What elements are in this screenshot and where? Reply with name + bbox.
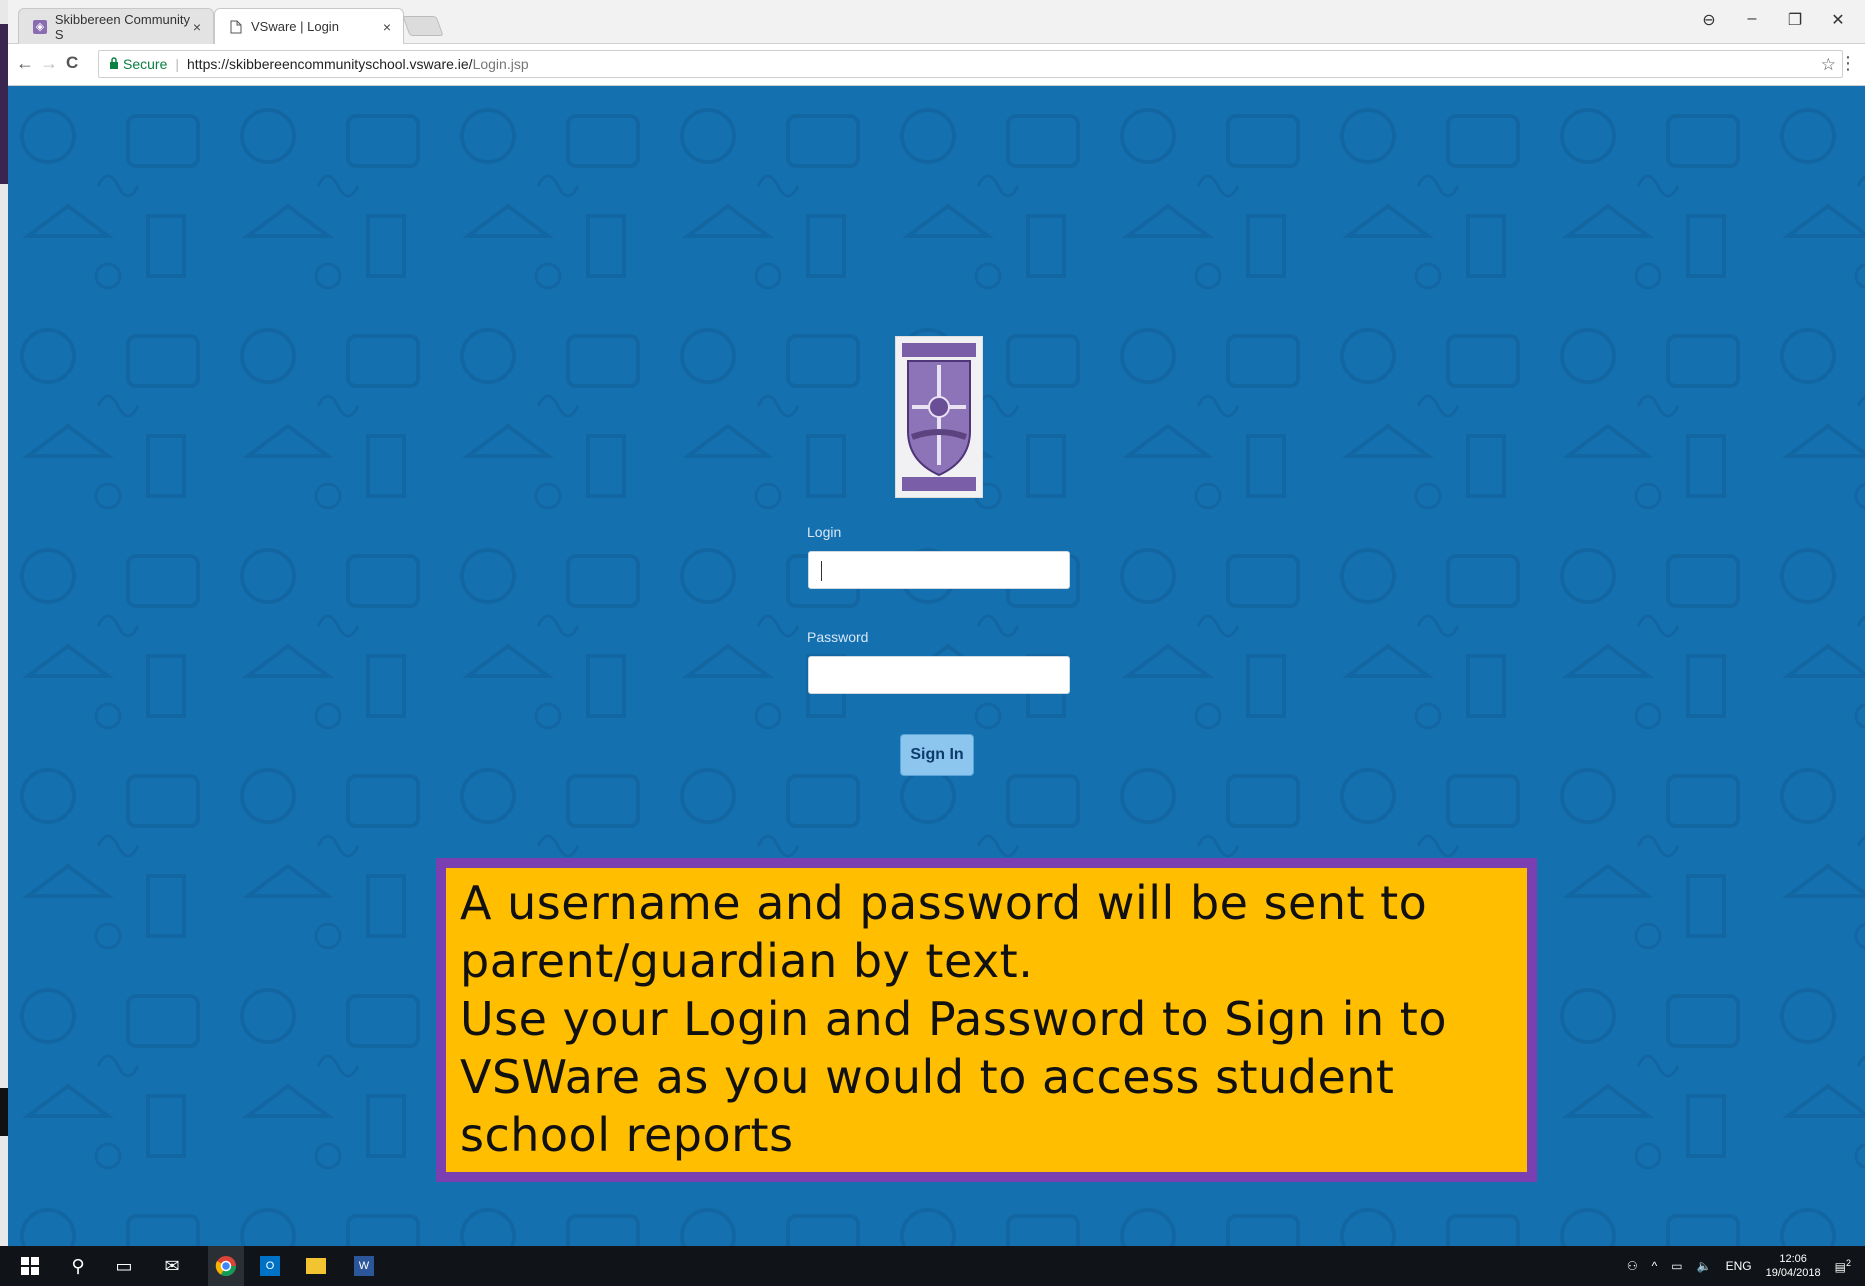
secure-label: Secure [123,56,168,72]
close-tab-icon[interactable]: × [383,19,391,35]
people-icon[interactable]: ⚇ [1627,1259,1638,1273]
word-icon[interactable]: W [352,1254,376,1278]
outlook-icon[interactable]: O [258,1254,282,1278]
address-bar[interactable]: Secure | https://skibbereencommunityscho… [98,50,1843,78]
notification-count: 2 [1845,1258,1851,1268]
close-tab-icon[interactable]: × [193,19,201,35]
browser-tab-strip: ◈ Skibbereen Community S × VSware | Logi… [8,0,1865,44]
url-host: https://skibbereencommunityschool.vsware… [187,56,473,72]
password-label: Password [807,629,869,645]
file-explorer-icon[interactable] [304,1254,328,1278]
instruction-callout: A username and password will be sent to … [436,858,1537,1182]
network-icon[interactable]: ▭ [1671,1259,1682,1273]
school-crest-logo [895,336,983,498]
new-tab-button[interactable] [402,16,444,36]
minimize-button[interactable]: – [1742,10,1762,28]
clock[interactable]: 12:06 19/04/2018 [1766,1252,1821,1280]
url-separator: | [175,56,179,72]
tab-skibbereen-community[interactable]: ◈ Skibbereen Community S × [18,8,214,44]
task-view-icon[interactable]: ▭ [112,1254,136,1278]
instruction-text: A username and password will be sent to … [460,876,1447,1162]
page-icon [229,20,243,34]
browser-toolbar: ← → C Secure | https://skibbereencommuni… [8,44,1865,86]
password-input[interactable] [808,656,1070,694]
clock-time: 12:06 [1779,1253,1807,1265]
login-label: Login [807,524,842,540]
sign-in-button[interactable]: Sign In [900,734,974,776]
tab-label: VSware | Login [251,19,339,34]
url-path: Login.jsp [472,56,529,72]
volume-icon[interactable]: 🔈 [1697,1259,1712,1273]
system-tray: ⚇ ^ ▭ 🔈 ENG 12:06 19/04/2018 ▤2 [1627,1246,1857,1286]
back-arrow-icon[interactable]: ← [16,53,34,74]
bookmark-star-icon[interactable]: ☆ [1821,55,1836,75]
text-caret [821,561,822,581]
notifications-icon[interactable]: ▤2 [1835,1258,1857,1274]
login-input[interactable] [808,551,1070,589]
search-icon[interactable]: ⚲ [66,1254,90,1278]
language-indicator[interactable]: ENG [1726,1259,1752,1273]
forward-arrow-icon[interactable]: → [40,53,58,74]
browser-menu-icon[interactable]: ⋮ [1839,53,1857,74]
windows-start-icon[interactable] [18,1254,42,1278]
close-window-button[interactable]: ✕ [1828,10,1848,30]
school-crest-favicon-icon: ◈ [33,19,47,34]
chevron-up-icon[interactable]: ^ [1652,1259,1658,1273]
tab-label: Skibbereen Community S [54,11,190,42]
reload-icon[interactable]: C [66,53,78,73]
clock-date: 19/04/2018 [1765,1267,1821,1279]
mail-icon[interactable]: ✉ [160,1254,184,1278]
profile-icon[interactable]: ⊖ [1699,10,1719,30]
tab-vsware-login[interactable]: VSware | Login × [214,8,404,44]
chrome-icon[interactable] [208,1246,244,1286]
background-window-edge [0,0,8,1286]
login-page: Login Password Sign In A username and pa… [8,86,1865,1246]
windows-taskbar: ⚲ ▭ ✉ O W ⚇ ^ ▭ 🔈 ENG 12:06 19/04/2018 ▤… [0,1246,1865,1286]
restore-button[interactable]: ❐ [1785,10,1805,30]
lock-icon [109,56,119,72]
